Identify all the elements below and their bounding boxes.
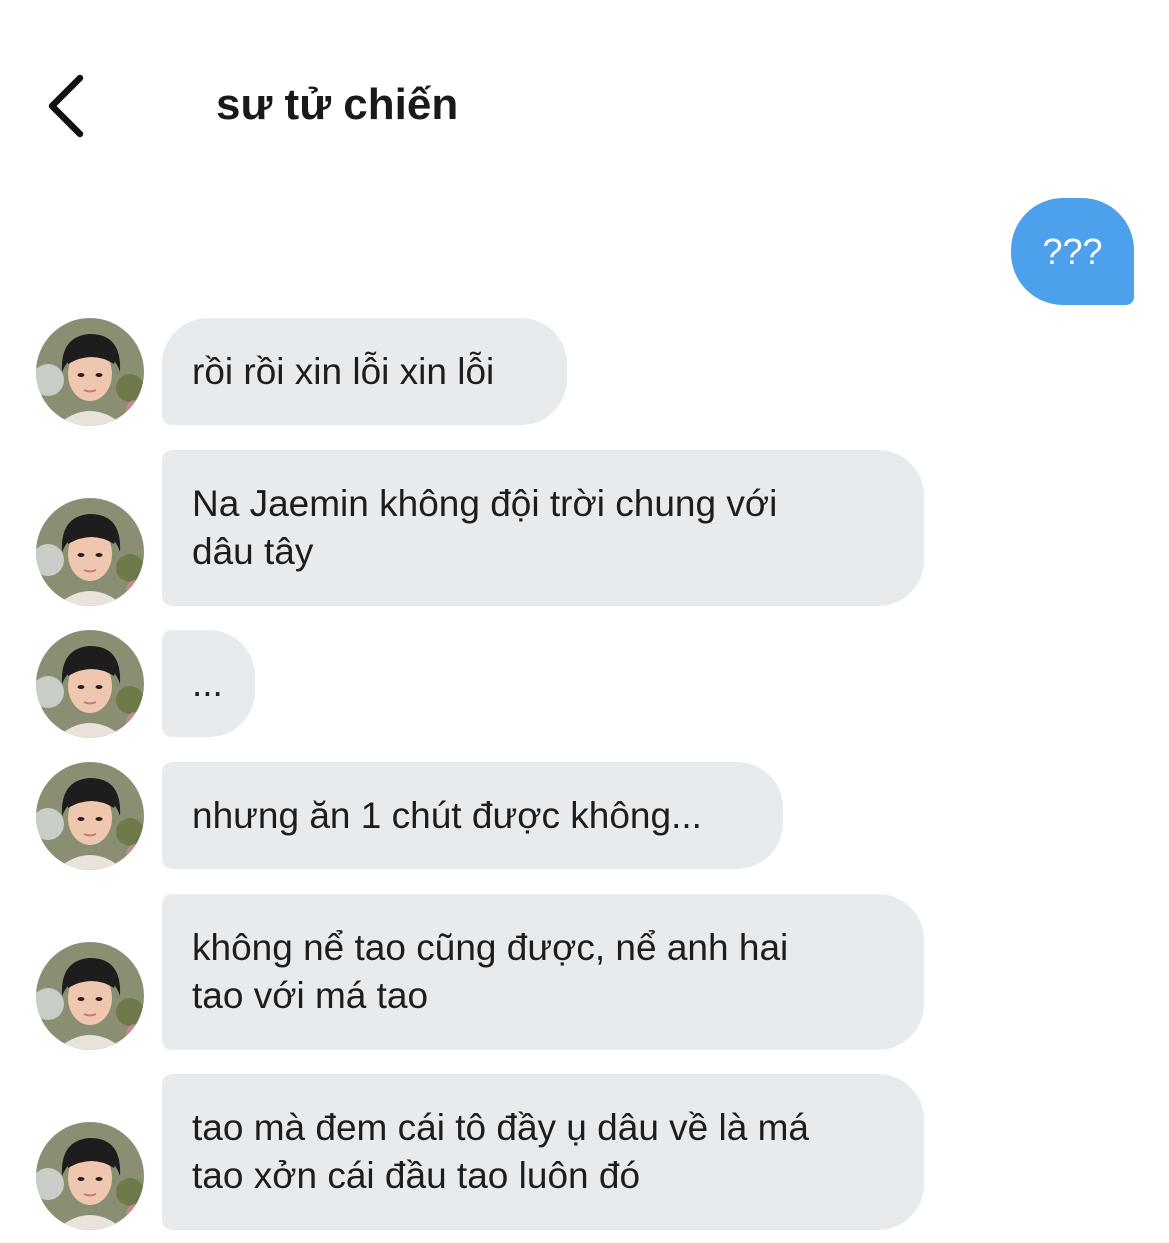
back-button[interactable]: [36, 68, 100, 144]
message-line: rồi rồi xin lỗi xin lỗi: [192, 351, 495, 392]
incoming-message[interactable]: tao mà đem cái tô đầy ụ dâu về là má tao…: [162, 1074, 924, 1230]
message-line: dâu tây: [192, 531, 314, 572]
message-line: tao với má tao: [192, 975, 429, 1016]
message-line: ...: [192, 663, 223, 704]
avatar[interactable]: [36, 762, 144, 870]
message-text: ???: [1042, 231, 1103, 272]
incoming-message[interactable]: Na Jaemin không đội trời chung với dâu t…: [162, 450, 924, 606]
avatar[interactable]: [36, 1122, 144, 1230]
chat-header: sư tử chiến: [0, 0, 1169, 190]
message-line: tao xởn cái đầu tao luôn đó: [192, 1155, 641, 1196]
chat-title[interactable]: sư tử chiến: [216, 78, 458, 132]
message-line: Na Jaemin không đội trời chung với: [192, 483, 778, 524]
incoming-message[interactable]: rồi rồi xin lỗi xin lỗi: [162, 318, 567, 425]
avatar[interactable]: [36, 318, 144, 426]
message-line: nhưng ăn 1 chút được không...: [192, 795, 702, 836]
incoming-message[interactable]: không nể tao cũng được, nể anh hai tao v…: [162, 894, 924, 1050]
avatar[interactable]: [36, 942, 144, 1050]
incoming-message[interactable]: ...: [162, 630, 255, 737]
avatar[interactable]: [36, 498, 144, 606]
incoming-message[interactable]: nhưng ăn 1 chút được không...: [162, 762, 783, 869]
message-line: tao mà đem cái tô đầy ụ dâu về là má: [192, 1107, 810, 1148]
chevron-left-icon: [48, 74, 84, 138]
outgoing-message[interactable]: ???: [1011, 198, 1134, 305]
message-line: không nể tao cũng được, nể anh hai: [192, 927, 789, 968]
avatar[interactable]: [36, 630, 144, 738]
